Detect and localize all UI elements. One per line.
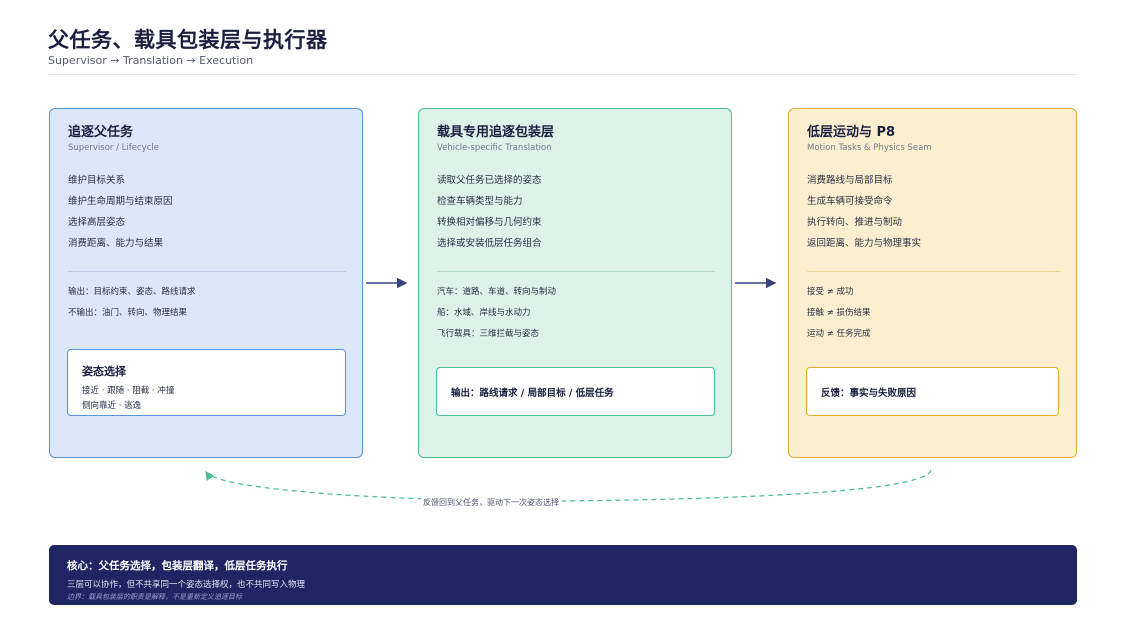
feedback-loop-arrow [205, 469, 932, 502]
panel-title: 载具专用追逐包装层 [437, 125, 555, 140]
panel-divider [807, 271, 1060, 272]
panel-execution: 低层运动与 P8 Motion Tasks & Physics Seam 消费路… [788, 108, 1077, 458]
panel-subtitle: Motion Tasks & Physics Seam [807, 143, 932, 153]
note-item: 不输出：油门、转向、物理结果 [68, 308, 188, 318]
list-item: 消费路线与局部目标 [807, 175, 893, 186]
note-item: 飞行载具：三维拦截与姿态 [437, 329, 540, 339]
panel-title: 低层运动与 P8 [807, 125, 896, 140]
list-item: 维护目标关系 [68, 175, 126, 186]
panel-item-list: 读取父任务已选择的姿态 检查车辆类型与能力 转换相对偏移与几何约束 选择或安装低… [437, 173, 542, 257]
panel-subtitle: Vehicle-specific Translation [437, 143, 552, 153]
stance-box: 姿态选择 接近 · 跟随 · 阻截 · 冲撞 侧向靠近 · 逃逸 [67, 349, 346, 416]
note-item: 接受 ≠ 成功 [807, 287, 854, 297]
list-item: 执行转向、推进与制动 [807, 217, 903, 228]
stance-box-line: 侧向靠近 · 逃逸 [82, 401, 142, 411]
list-item: 维护生命周期与结束原因 [68, 196, 173, 207]
list-item: 生成车辆可接受命令 [807, 196, 893, 207]
core-summary-banner: 核心：父任务选择，包装层翻译，低层任务执行 三层可以协作，但不共享同一个姿态选择… [49, 545, 1077, 605]
panel-note-list: 汽车：道路、车道、转向与制动 船：水域、岸线与水动力 飞行载具：三维拦截与姿态 [437, 285, 556, 348]
feedback-box-text: 反馈：事实与失败原因 [821, 388, 917, 399]
output-box: 输出：路线请求 / 局部目标 / 低层任务 [436, 367, 715, 416]
stance-box-title: 姿态选择 [82, 365, 126, 378]
panel-note-list: 输出：目标约束、姿态、路线请求 不输出：油门、转向、物理结果 [68, 285, 196, 327]
page-title: 父任务、载具包装层与执行器 [48, 28, 328, 52]
panel-title: 追逐父任务 [68, 125, 134, 140]
note-item: 汽车：道路、车道、转向与制动 [437, 287, 557, 297]
stance-box-line: 接近 · 跟随 · 阻截 · 冲撞 [82, 386, 175, 396]
panel-divider [437, 271, 715, 272]
panel-divider [68, 271, 346, 272]
page-subtitle: Supervisor → Translation → Execution [48, 54, 254, 67]
list-item: 检查车辆类型与能力 [437, 196, 523, 207]
note-item: 船：水域、岸线与水动力 [437, 308, 531, 318]
panel-subtitle: Supervisor / Lifecycle [68, 143, 159, 153]
list-item: 返回距离、能力与物理事实 [807, 238, 922, 249]
panel-supervisor: 追逐父任务 Supervisor / Lifecycle 维护目标关系 维护生命… [49, 108, 363, 458]
list-item: 转换相对偏移与几何约束 [437, 217, 542, 228]
list-item: 读取父任务已选择的姿态 [437, 175, 542, 186]
note-item: 接触 ≠ 损伤结果 [807, 308, 871, 318]
list-item: 选择高层姿态 [68, 217, 126, 228]
panel-translation: 载具专用追逐包装层 Vehicle-specific Translation 读… [418, 108, 732, 458]
core-summary-note: 边界：载具包装层的职责是解释，不是重新定义追逐目标 [67, 593, 242, 601]
core-summary-title: 核心：父任务选择，包装层翻译，低层任务执行 [67, 560, 288, 572]
list-item: 消费距离、能力与结果 [68, 238, 164, 249]
note-item: 运动 ≠ 任务完成 [807, 329, 871, 339]
header-divider [48, 74, 1076, 75]
panel-item-list: 消费路线与局部目标 生成车辆可接受命令 执行转向、推进与制动 返回距离、能力与物… [807, 173, 921, 257]
feedback-loop-label: 反馈回到父任务，驱动下一次姿态选择 [421, 497, 561, 508]
panel-item-list: 维护目标关系 维护生命周期与结束原因 选择高层姿态 消费距离、能力与结果 [68, 173, 173, 257]
core-summary-text: 三层可以协作，但不共享同一个姿态选择权，也不共同写入物理 [67, 580, 306, 590]
output-box-text: 输出：路线请求 / 局部目标 / 低层任务 [451, 388, 614, 399]
list-item: 选择或安装低层任务组合 [437, 238, 542, 249]
panel-note-list: 接受 ≠ 成功 接触 ≠ 损伤结果 运动 ≠ 任务完成 [807, 285, 871, 348]
note-item: 输出：目标约束、姿态、路线请求 [68, 287, 196, 297]
feedback-box: 反馈：事实与失败原因 [806, 367, 1059, 416]
